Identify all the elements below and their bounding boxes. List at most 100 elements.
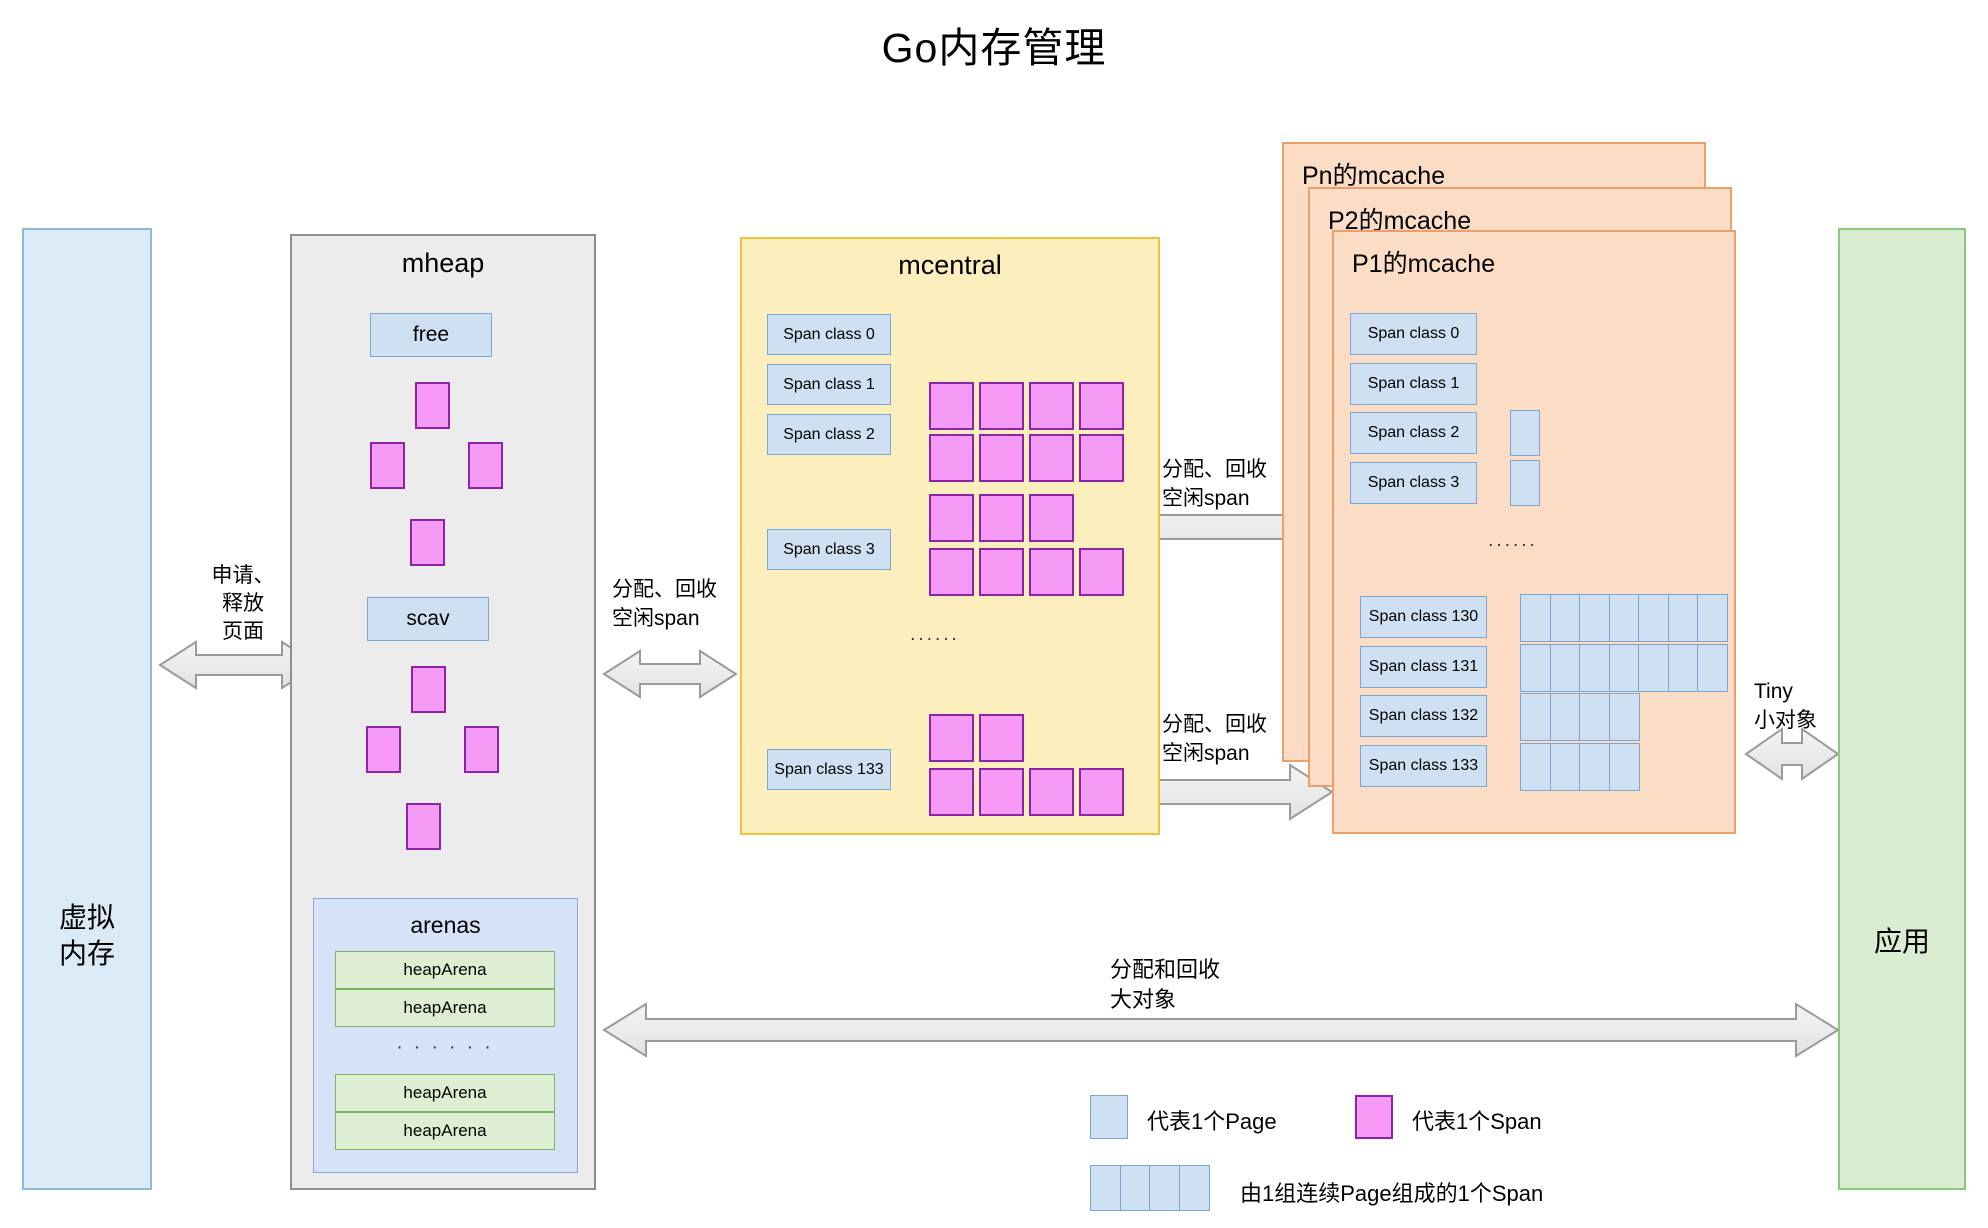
scav-tree-node-right <box>464 726 499 773</box>
mcache-span-class-131: Span class 131 <box>1360 646 1487 688</box>
mcentral-ellipsis: ...... <box>910 624 960 645</box>
label-mcache-app: Tiny 小对象 <box>1754 680 1817 732</box>
mcentral-span-node <box>929 382 974 430</box>
mcache-page-group-132 <box>1520 693 1640 741</box>
mcentral-span-node <box>1079 382 1124 430</box>
mcentral-span-node <box>929 548 974 596</box>
mcentral-span-node <box>1079 768 1124 816</box>
mcache-span-class-2: Span class 2 <box>1350 412 1477 454</box>
mcache-page-group-131 <box>1520 644 1728 692</box>
mcentral-span-class-1: Span class 1 <box>767 364 891 405</box>
arrow-mheap-mcentral <box>602 649 738 699</box>
arrow-mcache-app <box>1744 727 1840 781</box>
mcache-page-cell <box>1510 460 1540 506</box>
page-cell <box>1608 693 1640 741</box>
mheap-title: mheap <box>401 248 485 278</box>
label-mcentral-mcache-top: 分配、回收 空闲span <box>1162 458 1267 510</box>
label-vmem-mheap: 申请、 释放 页面 <box>211 564 275 643</box>
mcentral-span-class-3: Span class 3 <box>767 529 891 570</box>
mcentral-span-node <box>979 494 1024 542</box>
mcentral-span-node <box>1029 548 1074 596</box>
legend-span-group-text: 由1组连续Page组成的1个Span <box>1240 1181 1544 1206</box>
page-title: Go内存管理 <box>881 25 1107 71</box>
virtual-memory-label: 虚拟 内存 <box>58 902 115 969</box>
mcache-span-class-0: Span class 0 <box>1350 313 1477 355</box>
mcache-page-cell <box>1510 410 1540 456</box>
mcache-span-class-3: Span class 3 <box>1350 462 1477 504</box>
mcentral-span-node <box>979 548 1024 596</box>
mcentral-span-node <box>1079 548 1124 596</box>
page-cell <box>1638 644 1669 692</box>
mheap-free-box: free <box>370 313 492 357</box>
application-panel: 应用 <box>1838 228 1966 1190</box>
page-cell <box>1608 743 1640 791</box>
virtual-memory-panel: 虚拟 内存 <box>22 228 152 1190</box>
mcache-ellipsis: ...... <box>1488 530 1538 551</box>
label-mheap-mcentral: 分配、回收 空闲span <box>612 578 717 630</box>
mcache-page-group-130 <box>1520 594 1728 642</box>
legend-span-swatch <box>1355 1095 1393 1139</box>
mcentral-span-class-133: Span class 133 <box>767 749 891 790</box>
page-cell <box>1579 644 1610 692</box>
page-cell <box>1149 1165 1180 1211</box>
page-cell <box>1119 1165 1151 1211</box>
heap-arena-item: heapArena <box>335 1112 555 1150</box>
page-cell <box>1638 594 1669 642</box>
heap-arena-item: heapArena <box>335 951 555 989</box>
mcentral-span-node <box>1079 434 1124 482</box>
mcache-span-class-1: Span class 1 <box>1350 363 1477 405</box>
application-label: 应用 <box>1873 926 1930 957</box>
arenas-ellipsis: · · · · · · <box>396 1037 494 1058</box>
page-cell <box>1520 594 1551 642</box>
mheap-scav-box: scav <box>367 597 489 641</box>
page-cell <box>1520 644 1551 692</box>
legend-page-text: 代表1个Page <box>1147 1109 1277 1134</box>
legend-span-text: 代表1个Span <box>1412 1109 1542 1134</box>
arenas-title: arenas <box>410 912 481 938</box>
mcache-span-class-132: Span class 132 <box>1360 695 1487 737</box>
mcentral-span-node <box>979 714 1024 762</box>
page-cell <box>1090 1165 1121 1211</box>
page-cell <box>1667 594 1699 642</box>
mcentral-span-node <box>929 714 974 762</box>
mcache-span-class-130: Span class 130 <box>1360 596 1487 638</box>
mcentral-span-node <box>929 434 974 482</box>
mcentral-span-class-0: Span class 0 <box>767 314 891 355</box>
mcentral-span-node <box>929 494 974 542</box>
page-cell <box>1520 693 1551 741</box>
label-mcentral-mcache-bottom: 分配、回收 空闲span <box>1162 713 1267 765</box>
page-cell <box>1549 594 1581 642</box>
page-cell <box>1608 594 1640 642</box>
page-cell <box>1579 743 1610 791</box>
mcentral-span-class-2: Span class 2 <box>767 414 891 455</box>
mcentral-span-node <box>1029 768 1074 816</box>
page-cell <box>1549 644 1581 692</box>
free-tree-node-root <box>415 382 450 429</box>
page-cell <box>1178 1165 1210 1211</box>
scav-tree-node-root <box>411 666 446 713</box>
free-tree-node-left <box>370 442 405 489</box>
page-cell <box>1697 594 1728 642</box>
page-cell <box>1549 693 1581 741</box>
heap-arena-item: heapArena <box>335 1074 555 1112</box>
scav-tree-node-left <box>366 726 401 773</box>
page-cell <box>1608 644 1640 692</box>
label-big-object: 分配和回收 大对象 <box>1110 957 1221 1012</box>
heap-arena-item: heapArena <box>335 989 555 1027</box>
page-cell <box>1579 693 1610 741</box>
page-cell <box>1697 644 1728 692</box>
mcentral-span-node <box>929 768 974 816</box>
free-tree-node-leaf <box>410 519 445 566</box>
mcentral-span-node <box>979 382 1024 430</box>
legend-page-swatch <box>1090 1095 1128 1139</box>
mcache-page-group-133 <box>1520 743 1640 791</box>
page-cell <box>1579 594 1610 642</box>
scav-tree-node-leaf <box>406 803 441 850</box>
mcentral-span-node <box>1029 494 1074 542</box>
mcentral-span-node <box>979 768 1024 816</box>
free-tree-node-right <box>468 442 503 489</box>
mcentral-span-node <box>1029 382 1074 430</box>
legend-span-group-swatch <box>1090 1165 1210 1211</box>
mcentral-title: mcentral <box>898 250 1002 280</box>
mcentral-span-node <box>979 434 1024 482</box>
